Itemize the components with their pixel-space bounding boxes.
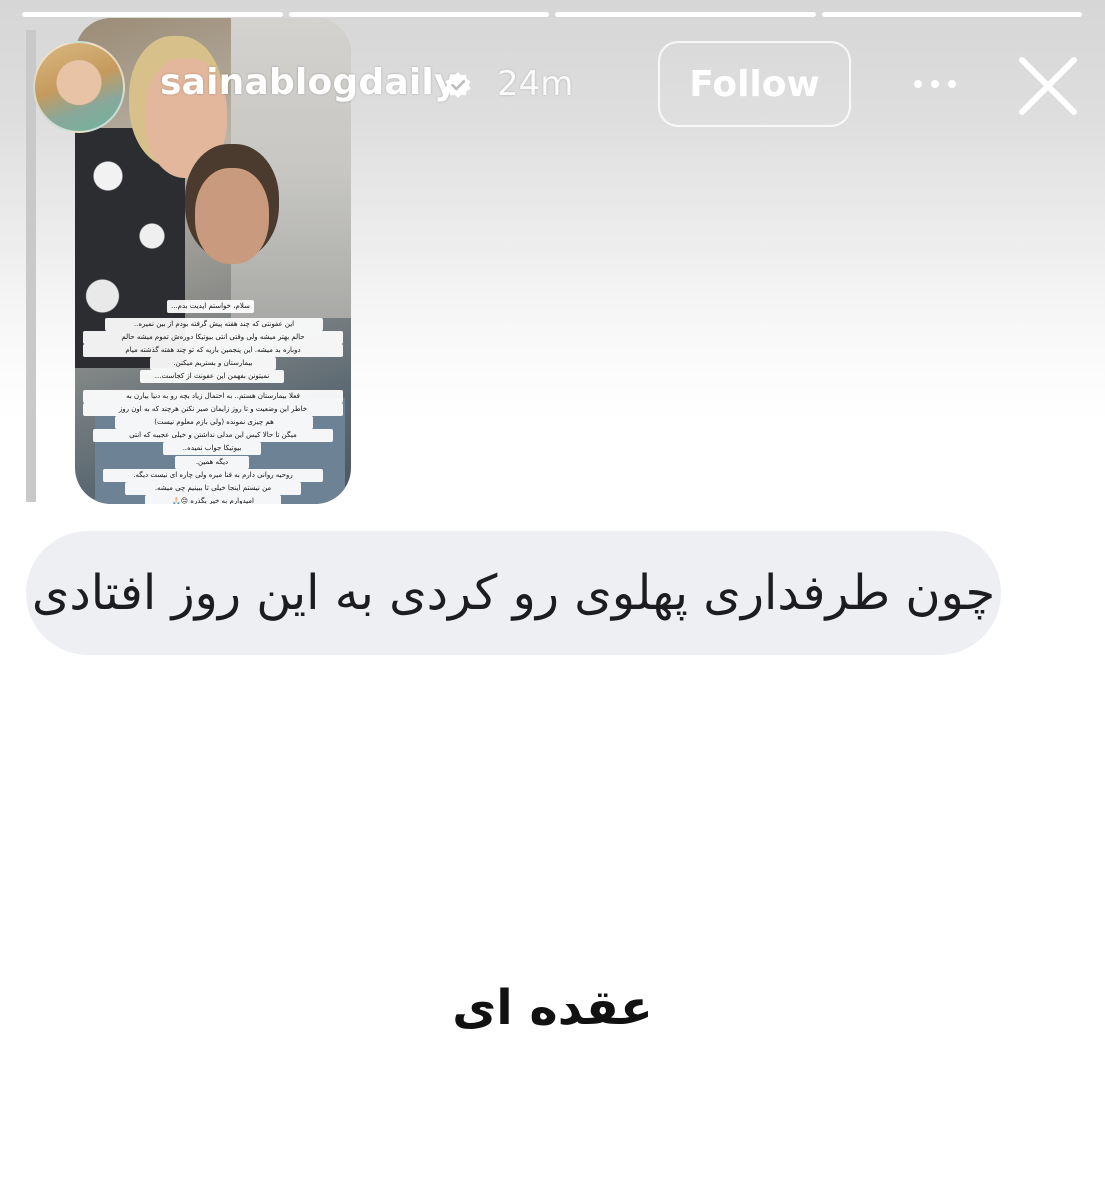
- story-text-line: هم چیزی نمونده (ولی بازم معلوم نیست): [115, 416, 313, 429]
- more-horizontal-icon[interactable]: [910, 76, 960, 92]
- story-text-line: خاطر این وضعیت و تا روز زایمان صبر نکنن …: [83, 403, 343, 416]
- story-text-line: حالم بهتر میشه ولی وقتی انتی بیوتیکا دور…: [83, 331, 343, 344]
- post-time: 24m: [497, 64, 574, 104]
- story-text-line: سلام، خواستم اپدیت بدم...: [167, 300, 254, 313]
- story-text-line: این عفونتی که چند هفته پیش گرفته بودم از…: [105, 318, 323, 331]
- story-caption-text: عقده ای: [452, 980, 653, 1036]
- progress-segment: [288, 12, 549, 17]
- follow-button[interactable]: Follow: [658, 41, 851, 127]
- story-text-line: روحیه روانی دارم به فنا میره ولی چاره ای…: [103, 469, 323, 482]
- story-text-line: دیگه همین.: [175, 456, 249, 469]
- story-text-line: من نیستم اینجا خیلی تا ببینیم چی میشه.: [125, 482, 301, 495]
- progress-segment: [821, 12, 1082, 17]
- close-icon[interactable]: [1018, 56, 1078, 116]
- reply-message-bubble: چون طرفداری پهلوی رو کردی به این روز افت…: [26, 531, 1001, 655]
- story-viewer: سلام، خواستم اپدیت بدم... این عفونتی که …: [0, 0, 1105, 1200]
- story-header: sainablogdaily 24m Follow: [0, 38, 1105, 138]
- progress-segment: [555, 12, 816, 17]
- story-text-line: نمیتونن بفهمن این عفونت از کجاست...: [140, 370, 284, 383]
- story-text-line: بیوتیکا جواب نمیده..: [163, 442, 261, 455]
- story-text-line: میگن تا حالا کیس این مدلی نداشتن و خیلی …: [93, 429, 333, 442]
- username[interactable]: sainablogdaily: [160, 62, 458, 103]
- story-progress-bar: [22, 12, 1082, 17]
- photo-person-2: [195, 168, 269, 264]
- avatar[interactable]: [33, 41, 125, 133]
- story-text-line: دوباره بد میشه. این پنجمین باریه که تو چ…: [83, 344, 343, 357]
- story-text-line: امیدوارم به خیر بگذره 😔🙏🏻: [145, 495, 281, 504]
- story-text-line: بیمارستان و بستریم میکنن.: [150, 357, 276, 370]
- progress-segment: [22, 12, 283, 17]
- story-text-line: فعلا بیمارستان هستم.. به احتمال زیاد بچه…: [83, 390, 343, 403]
- reply-message-text: چون طرفداری پهلوی رو کردی به این روز افت…: [31, 565, 996, 621]
- verified-badge-icon: [445, 72, 471, 98]
